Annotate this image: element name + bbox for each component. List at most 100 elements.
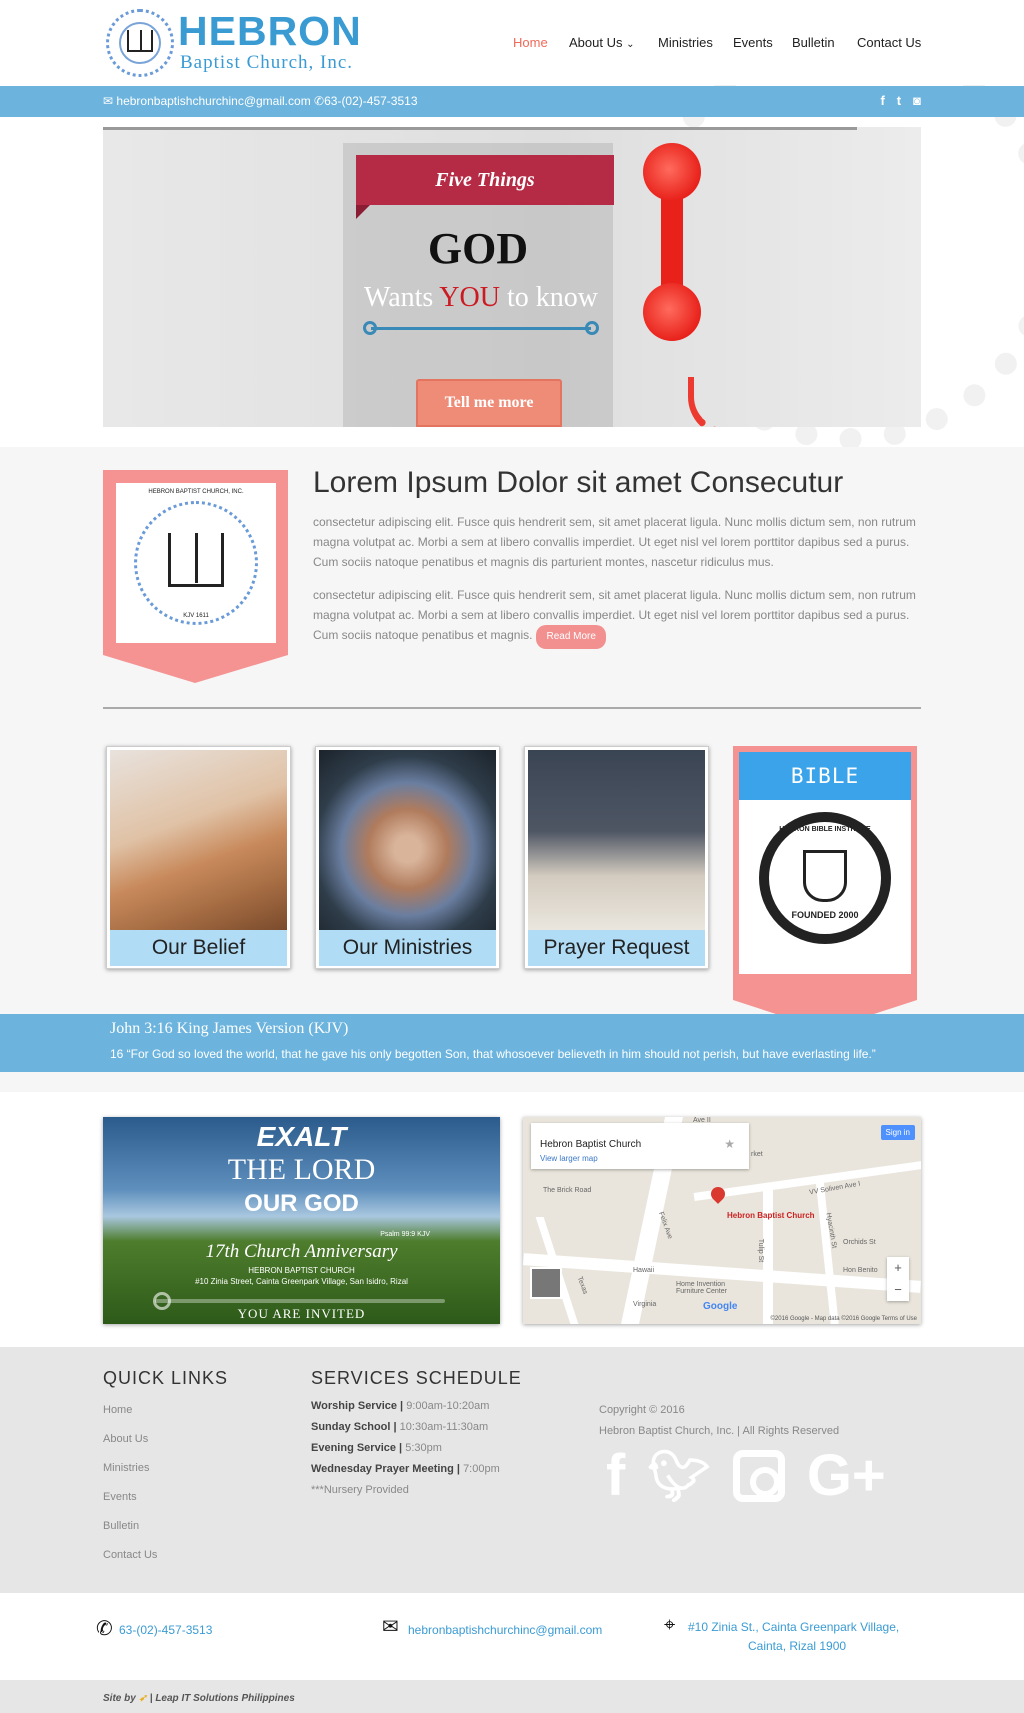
google-plus-icon[interactable]: G+ (807, 1446, 886, 1506)
you-word: YOU (439, 282, 500, 313)
schedule-sep: | (397, 1400, 407, 1412)
site-credit[interactable]: Site by ➶ | Leap IT Solutions Philippine… (103, 1693, 295, 1704)
topbar-phone[interactable]: 63-(02)-457-3513 (324, 94, 417, 108)
schedule-name: Wednesday Prayer Meeting (311, 1463, 454, 1475)
nav-events[interactable]: Events (733, 35, 773, 50)
site-by-label: Site by (103, 1693, 136, 1704)
schedule-title: SERVICES SCHEDULE (311, 1368, 522, 1388)
envelope-icon: ✉ (103, 94, 114, 108)
about-heading: Lorem Ipsum Dolor sit amet Consecutur (313, 466, 844, 499)
card-label: Our Belief (110, 930, 287, 966)
map-label: Home Invention Furniture Center (676, 1281, 727, 1295)
nav-home[interactable]: Home (513, 35, 548, 50)
nav-about-us[interactable]: About Us ⌄ (569, 35, 635, 50)
phone-icon: ✆ (96, 1618, 113, 1640)
map-pin-icon[interactable] (708, 1184, 728, 1204)
nav-about-us-label: About Us (569, 35, 623, 50)
about-paragraph-2-text: consectetur adipiscing elit. Fusce quis … (313, 588, 916, 642)
footer-email[interactable]: hebronbaptishchurchinc@gmail.com (408, 1623, 602, 1637)
shield-icon (803, 850, 847, 902)
poster-church-name: HEBRON BAPTIST CHURCH (248, 1266, 355, 1275)
map-attribution[interactable]: ©2016 Google - Map data ©2016 Google Ter… (771, 1316, 917, 1322)
schedule-time: 5:30pm (405, 1442, 442, 1454)
poster-the-lord: THE LORD (227, 1153, 376, 1186)
slide-wants-text: Wants YOU to know (331, 282, 631, 314)
card-our-belief[interactable]: Our Belief (106, 746, 291, 969)
footer-link-home[interactable]: Home (103, 1404, 132, 1416)
facebook-icon[interactable]: f (880, 93, 884, 108)
schedule-name: Sunday School (311, 1421, 391, 1433)
nav-ministries[interactable]: Ministries (658, 35, 713, 50)
anniversary-poster[interactable]: EXALT THE LORD OUR GOD Psalm 99:9 KJV 17… (103, 1117, 500, 1324)
to-know-words: to know (506, 282, 598, 313)
read-more-button[interactable]: Read More (536, 625, 606, 649)
verse-banner: John 3:16 King James Version (KJV) 16 “F… (0, 1014, 1024, 1072)
nav-bulletin[interactable]: Bulletin (792, 35, 835, 50)
map-sign-in-button[interactable]: Sign in (880, 1125, 915, 1140)
map-info-card: Hebron Baptist Church View larger map ★ (531, 1123, 749, 1169)
poster-psalm: Psalm 99:9 KJV (380, 1231, 430, 1238)
about-paragraph-2: consectetur adipiscing elit. Fusce quis … (313, 585, 923, 649)
footer-link-ministries[interactable]: Ministries (103, 1462, 149, 1474)
seal-bottom-text: FOUNDED 2000 (791, 910, 859, 920)
topbar-contact: ✉ hebronbaptishchurchinc@gmail.com ✆63-(… (103, 94, 418, 108)
card-our-ministries[interactable]: Our Ministries (315, 746, 500, 969)
twitter-icon[interactable]: 🐦︎ (647, 1446, 710, 1506)
nav-contact-us[interactable]: Contact Us (857, 35, 921, 50)
joined-hands-photo (319, 750, 496, 930)
view-larger-map-link[interactable]: View larger map (540, 1154, 598, 1163)
quick-links-title: QUICK LINKS (103, 1368, 229, 1388)
footer-link-bulletin[interactable]: Bulletin (103, 1520, 139, 1532)
topbar-email[interactable]: hebronbaptishchurchinc@gmail.com (116, 94, 310, 108)
zoom-out-icon[interactable]: − (887, 1279, 909, 1301)
map-label: Hawaii (633, 1267, 655, 1274)
map-road (815, 1177, 839, 1324)
poster-exalt: EXALT (256, 1121, 347, 1152)
location-pin-icon: ⌖ (664, 1614, 676, 1636)
instagram-icon[interactable]: ◙ (913, 93, 921, 108)
footer-link-about-us[interactable]: About Us (103, 1433, 148, 1445)
card-prayer-request[interactable]: Prayer Request (524, 746, 709, 969)
footer-phone[interactable]: 63-(02)-457-3513 (119, 1623, 212, 1637)
logo-title[interactable]: HEBRON (178, 8, 362, 55)
facebook-icon[interactable]: f (606, 1446, 625, 1506)
slide-divider (363, 321, 599, 335)
schedule-name: Worship Service (311, 1400, 397, 1412)
map-label: Texas (575, 1275, 589, 1296)
rights-reserved: Hebron Baptist Church, Inc. | All Rights… (599, 1425, 840, 1437)
map-label: The Brick Road (543, 1187, 592, 1194)
nursery-note: ***Nursery Provided (311, 1484, 409, 1496)
google-map[interactable]: Hebron Baptist Church View larger map ★ … (523, 1117, 921, 1324)
footer-link-contact-us[interactable]: Contact Us (103, 1549, 157, 1561)
bible-institute-badge[interactable]: BIBLE INSTITUTE HEBRON BIBLE INSTITUTE F… (733, 746, 917, 1030)
tell-me-more-button[interactable]: Tell me more (416, 379, 562, 427)
chevron-down-icon: ⌄ (626, 39, 635, 50)
schedule-sep: | (396, 1442, 406, 1454)
footer-link-events[interactable]: Events (103, 1491, 137, 1503)
star-icon[interactable]: ★ (724, 1137, 735, 1151)
leap-logo-icon: ➶ (138, 1693, 147, 1704)
hero-slider[interactable]: Five Things GOD Wants YOU to know Tell m… (103, 127, 921, 427)
slider-top-line (103, 127, 857, 130)
copyright: Copyright © 2016 (599, 1404, 685, 1416)
twitter-icon[interactable]: t (897, 93, 901, 108)
schedule-name: Evening Service (311, 1442, 396, 1454)
zoom-in-icon[interactable]: + (887, 1257, 909, 1279)
schedule-sep: | (453, 1463, 464, 1475)
instagram-icon[interactable] (732, 1450, 785, 1502)
map-label: Virginia (633, 1301, 657, 1308)
section-divider (103, 707, 921, 709)
card-label: Our Ministries (319, 930, 496, 966)
church-logo-icon[interactable] (106, 9, 174, 77)
logo-subtitle[interactable]: Baptist Church, Inc. (180, 52, 353, 74)
praying-hands-photo (528, 750, 705, 930)
about-paragraph-1: consectetur adipiscing elit. Fusce quis … (313, 515, 916, 569)
schedule-item: Evening Service | 5:30pm (311, 1442, 442, 1454)
footer-address-line1: #10 Zinia St., Cainta Greenpark Village, (688, 1620, 900, 1634)
map-satellite-thumbnail[interactable] (530, 1267, 562, 1299)
topbar-social: f t ◙ (880, 93, 921, 108)
slide-god-text: GOD (427, 224, 529, 273)
poster-our-god: OUR GOD (244, 1190, 359, 1217)
map-label: rket (751, 1151, 763, 1158)
map-zoom-controls[interactable]: + − (887, 1257, 909, 1301)
